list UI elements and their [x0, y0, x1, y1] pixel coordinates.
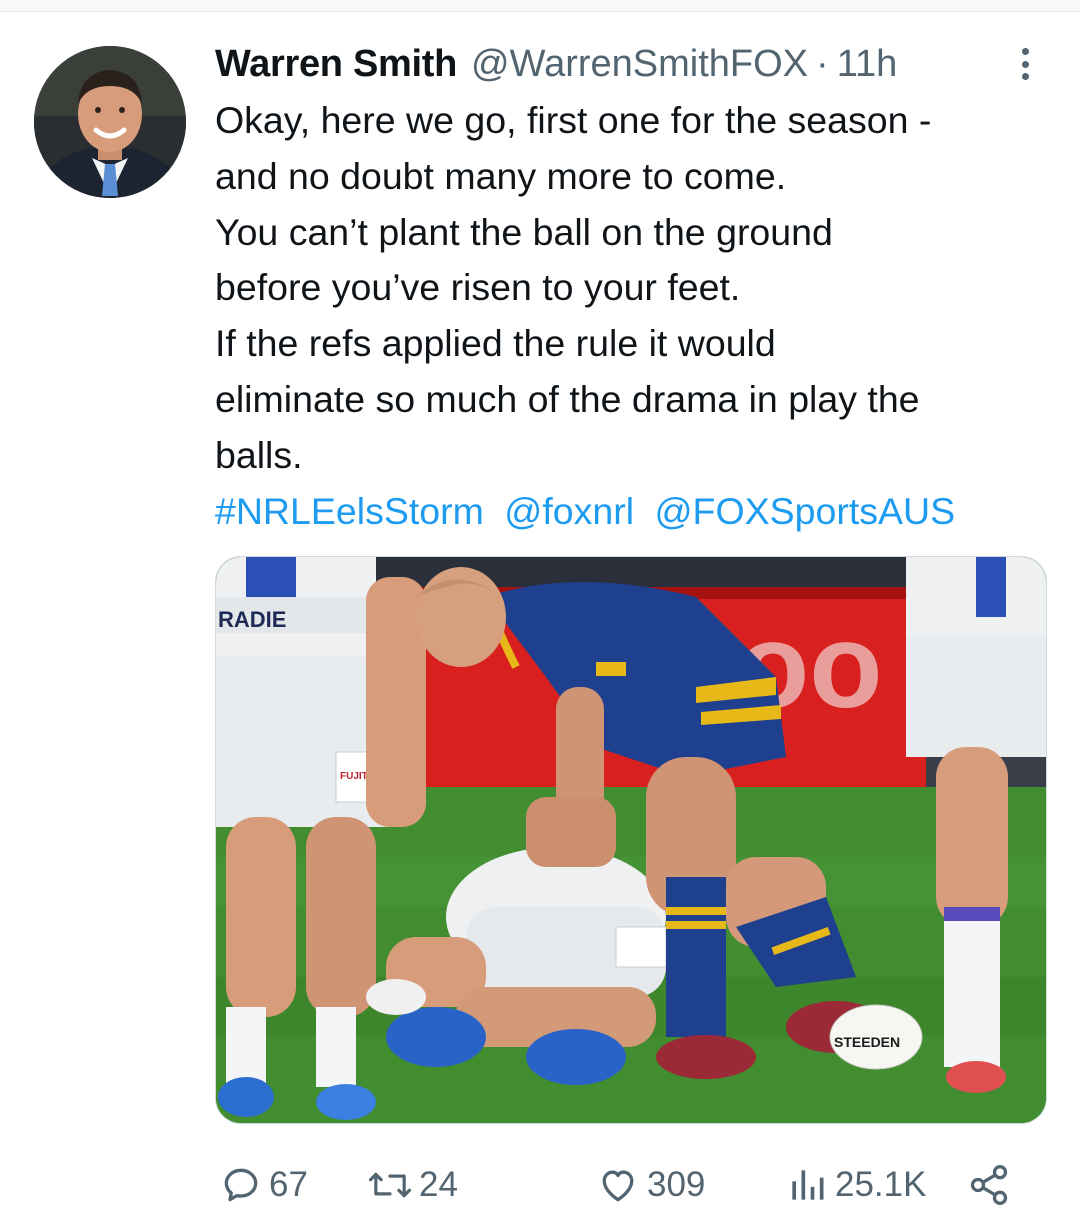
tweet-text-line: If the refs applied the rule it would: [215, 322, 776, 365]
reply-icon: [224, 1168, 258, 1202]
tweet-text-line: balls.: [215, 433, 303, 476]
jersey-text: RADIE: [218, 607, 286, 632]
hashtag-link[interactable]: #NRLEelsStorm: [215, 490, 484, 532]
like-count: 309: [647, 1165, 706, 1204]
tweet-links: #NRLEelsStorm @foxnrl @FOXSportsAUS: [215, 484, 965, 539]
more-icon[interactable]: [1010, 44, 1040, 84]
retweet-icon: [368, 1172, 412, 1198]
retweet-button[interactable]: 24: [367, 1150, 458, 1220]
tweet-text-line: You can’t plant the ball on the ground: [215, 210, 833, 253]
ball-text: STEEDEN: [834, 1034, 900, 1050]
author-name[interactable]: Warren Smith: [215, 43, 457, 86]
tweet-text-line: before you’ve risen to your feet.: [215, 266, 741, 309]
share-button[interactable]: [967, 1150, 1011, 1220]
timestamp[interactable]: 11h: [837, 43, 898, 86]
tweet-photo[interactable]: oo RADIE FUJITSU STEEDEN: [215, 556, 1047, 1124]
avatar[interactable]: [34, 46, 186, 198]
like-button[interactable]: 309: [595, 1150, 705, 1220]
mention-link-foxnrl[interactable]: @foxnrl: [504, 490, 634, 532]
top-divider: [0, 0, 1080, 12]
author-handle[interactable]: @WarrenSmithFOX: [471, 43, 808, 86]
views-button[interactable]: 25.1K: [785, 1150, 926, 1220]
retweet-count: 24: [419, 1165, 458, 1204]
reply-count: 67: [269, 1165, 308, 1204]
tweet-text-line: eliminate so much of the drama in play t…: [215, 377, 920, 420]
tweet-text-line: and no doubt many more to come.: [215, 154, 787, 197]
views-icon: [792, 1170, 824, 1200]
tweet-header: Warren Smith @WarrenSmithFOX · 11h: [215, 36, 897, 92]
tweet-actions: 67 24 309 25.1K: [215, 1150, 1045, 1220]
tweet-text-line: Okay, here we go, first one for the seas…: [215, 99, 932, 141]
header-separator: ·: [816, 42, 829, 85]
share-icon: [970, 1165, 1008, 1205]
heart-icon: [602, 1170, 634, 1202]
avatar-image: [34, 46, 186, 198]
mention-link-foxsportsaus[interactable]: @FOXSportsAUS: [654, 490, 955, 532]
rugby-league-photo: oo RADIE FUJITSU STEEDEN: [216, 557, 1046, 1123]
views-count: 25.1K: [835, 1165, 927, 1204]
reply-button[interactable]: 67: [219, 1150, 308, 1220]
tweet-text: Okay, here we go, first one for the seas…: [215, 93, 1055, 484]
